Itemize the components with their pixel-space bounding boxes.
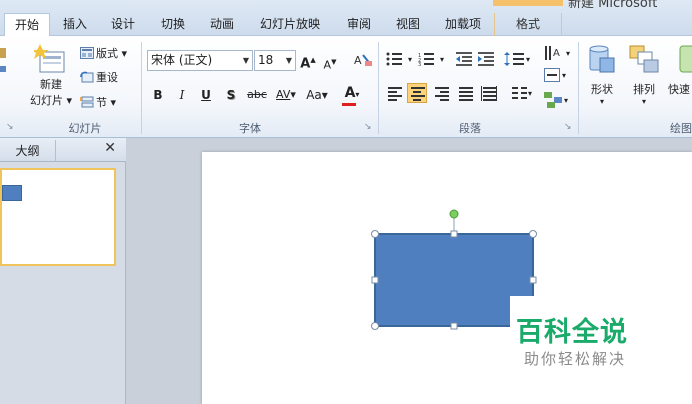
watermark-title: 百科全说 (516, 317, 628, 348)
rotation-handle[interactable] (449, 209, 459, 219)
watermark-subtitle: 助你轻松解决 (524, 350, 627, 368)
